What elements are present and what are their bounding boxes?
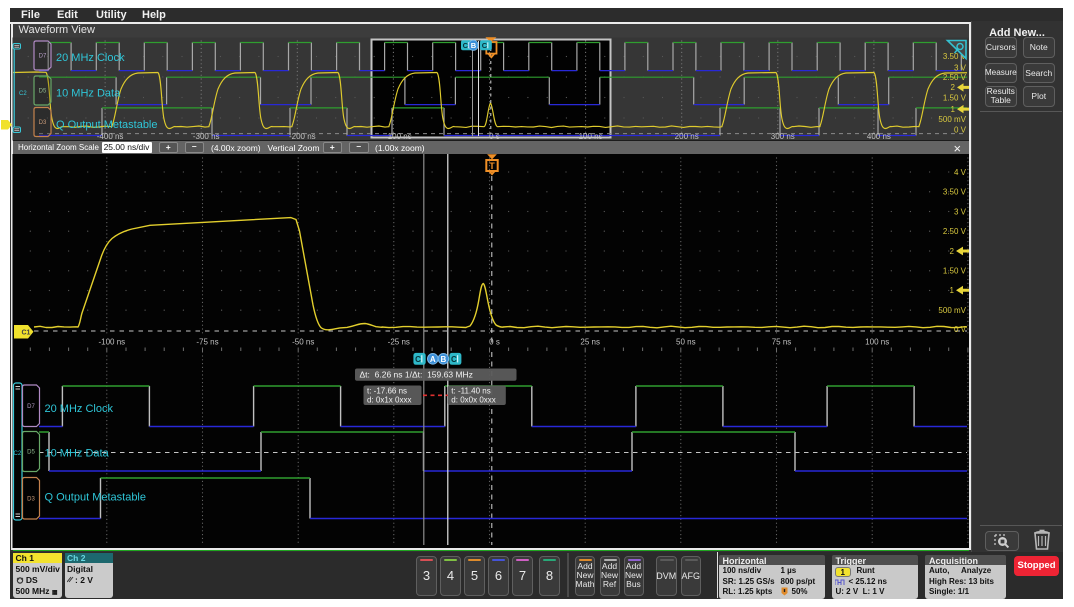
svg-text:1.50 V: 1.50 V [943,267,967,276]
svg-text:D5: D5 [27,450,35,456]
svg-text:1.50 V: 1.50 V [943,94,967,103]
svg-text:50 ns: 50 ns [676,338,696,347]
svg-text:t: -11.40 ns: t: -11.40 ns [451,386,490,395]
svg-text:-75 ns: -75 ns [196,338,218,347]
svg-text:-200 ns: -200 ns [289,132,316,141]
svg-text:4 V: 4 V [954,168,967,177]
svg-text:t: -17.66 ns: t: -17.66 ns [367,386,407,395]
svg-text:Q Output Metastable: Q Output Metastable [56,119,158,131]
svg-text:2: 2 [951,83,956,92]
svg-text:400 ns: 400 ns [867,132,891,141]
svg-text:C2: C2 [19,91,27,97]
svg-text:1: 1 [950,286,955,295]
svg-text:2.50 V: 2.50 V [943,73,967,82]
svg-text:500 mV: 500 mV [938,306,966,315]
svg-text:Q Output Metastable: Q Output Metastable [45,492,147,504]
svg-text:0 V: 0 V [954,125,967,134]
svg-text:-400 ns: -400 ns [97,132,124,141]
svg-text:10 MHz Data: 10 MHz Data [45,448,110,460]
svg-text:3 V: 3 V [954,63,967,72]
svg-text:0 s: 0 s [489,132,500,141]
svg-text:-300 ns: -300 ns [193,132,220,141]
svg-text:C: C [451,355,457,364]
svg-text:C1: C1 [22,330,31,337]
svg-text:300 ns: 300 ns [771,132,795,141]
svg-text:C2: C2 [14,451,22,457]
svg-text:D7: D7 [39,54,47,60]
svg-text:3.50 V: 3.50 V [943,188,967,197]
svg-text:2.50 V: 2.50 V [943,227,967,236]
svg-text:A: A [430,355,436,364]
svg-text:0 V: 0 V [954,325,967,334]
svg-text:B: B [471,41,477,50]
svg-text:100 ns: 100 ns [865,338,889,347]
svg-text:500 mV: 500 mV [938,115,966,124]
svg-text:-50 ns: -50 ns [292,338,314,347]
svg-text:3 V: 3 V [954,207,967,216]
svg-text:100 ns: 100 ns [579,132,603,141]
svg-text:20 MHz Clock: 20 MHz Clock [56,52,125,64]
svg-text:75 ns: 75 ns [772,338,792,347]
svg-text:-25 ns: -25 ns [388,338,410,347]
svg-text:10 MHz Data: 10 MHz Data [56,88,121,100]
svg-text:C: C [415,355,421,364]
svg-text:Δt: 6.26 ns 1/Δt: 159.63 MHz: Δt: 6.26 ns 1/Δt: 159.63 MHz [360,370,473,380]
svg-text:D5: D5 [39,89,47,95]
svg-text:C: C [463,41,469,50]
svg-text:2: 2 [950,247,955,256]
svg-text:D3: D3 [39,120,47,126]
svg-text:B: B [441,355,447,364]
svg-text:d: 0x1x 0xxx: d: 0x1x 0xxx [367,396,411,405]
svg-text:-100 ns: -100 ns [385,132,412,141]
svg-text:25 ns: 25 ns [580,338,600,347]
svg-text:0 s: 0 s [489,338,500,347]
svg-text:-100 ns: -100 ns [98,338,125,347]
svg-text:D3: D3 [27,496,35,502]
svg-text:C: C [482,41,488,50]
svg-text:200 ns: 200 ns [675,132,699,141]
svg-text:d: 0x0x 0xxx: d: 0x0x 0xxx [451,396,495,405]
svg-text:D7: D7 [27,404,35,410]
svg-text:1: 1 [951,105,956,114]
svg-text:T: T [489,161,495,171]
svg-text:20 MHz Clock: 20 MHz Clock [45,403,114,415]
